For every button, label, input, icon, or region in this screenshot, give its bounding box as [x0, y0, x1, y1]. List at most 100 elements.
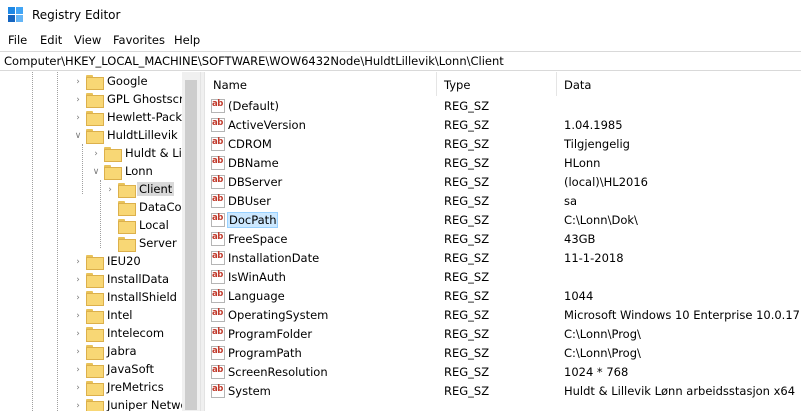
tree-item[interactable]: Server: [0, 235, 182, 253]
value-name[interactable]: System: [228, 384, 271, 398]
value-row[interactable]: ab (Default) REG_SZ: [205, 97, 801, 116]
tree-item-label[interactable]: InstallShield: [105, 290, 179, 304]
value-row[interactable]: ab FreeSpace REG_SZ 43GB: [205, 230, 801, 249]
tree-item[interactable]: › JavaSoft: [0, 361, 182, 379]
tree-item-label[interactable]: Server: [137, 236, 179, 250]
value-row[interactable]: ab ScreenResolution REG_SZ 1024 * 768: [205, 363, 801, 382]
value-row[interactable]: ab DocPath REG_SZ C:\Lonn\Dok\: [205, 211, 801, 230]
column-data-header[interactable]: Data: [564, 78, 591, 92]
value-name[interactable]: ProgramFolder: [228, 327, 312, 341]
tree-item-label[interactable]: Lonn: [123, 164, 155, 178]
tree-item[interactable]: › Hewlett-Packa: [0, 109, 189, 127]
tree-item-label[interactable]: DataCor: [137, 200, 188, 214]
value-name[interactable]: CDROM: [228, 137, 272, 151]
tree-item[interactable]: › IEU20: [0, 253, 182, 271]
tree-item[interactable]: › GPL Ghostscri: [0, 91, 187, 109]
value-row[interactable]: ab ProgramPath REG_SZ C:\Lonn\Prog\: [205, 344, 801, 363]
value-name[interactable]: (Default): [228, 99, 279, 113]
chevron-right-icon[interactable]: ›: [72, 399, 84, 411]
tree-scrollbar-thumb[interactable]: [185, 80, 197, 410]
value-row[interactable]: ab InstallationDate REG_SZ 11-1-2018: [205, 249, 801, 268]
tree-item-label[interactable]: IEU20: [105, 254, 143, 268]
value-name[interactable]: DBUser: [228, 194, 271, 208]
value-row[interactable]: ab OperatingSystem REG_SZ Microsoft Windows…: [205, 306, 801, 325]
chevron-right-icon[interactable]: ›: [72, 345, 84, 359]
chevron-right-icon[interactable]: ›: [72, 273, 84, 287]
chevron-right-icon[interactable]: ›: [72, 93, 84, 107]
value-name[interactable]: ActiveVersion: [228, 118, 306, 132]
tree-item[interactable]: Local: [0, 217, 182, 235]
tree-item[interactable]: › Juniper Netwo: [0, 397, 188, 411]
value-name[interactable]: Language: [228, 289, 285, 303]
tree-item-label[interactable]: Local: [137, 218, 171, 232]
value-row[interactable]: ab Language REG_SZ 1044: [205, 287, 801, 306]
chevron-right-icon[interactable]: [104, 237, 116, 251]
chevron-right-icon[interactable]: ›: [72, 381, 84, 395]
value-name[interactable]: ProgramPath: [228, 346, 302, 360]
tree-item-label[interactable]: GPL Ghostscri: [105, 92, 189, 106]
value-row[interactable]: ab ProgramFolder REG_SZ C:\Lonn\Prog\: [205, 325, 801, 344]
tree-item-label[interactable]: HuldtLillevik: [105, 128, 180, 142]
value-row[interactable]: ab ActiveVersion REG_SZ 1.04.1985: [205, 116, 801, 135]
value-name[interactable]: DocPath: [227, 212, 279, 228]
chevron-right-icon[interactable]: [104, 201, 116, 215]
tree-item-label[interactable]: Google: [105, 74, 150, 88]
tree-item[interactable]: › InstallShield: [0, 289, 182, 307]
tree-item-label[interactable]: JavaSoft: [105, 362, 156, 376]
tree-item[interactable]: DataCor: [0, 199, 186, 217]
value-name[interactable]: DBName: [228, 156, 279, 170]
tree-scrollbar[interactable]: [182, 72, 200, 411]
chevron-right-icon[interactable]: ›: [90, 147, 102, 161]
column-type-header[interactable]: Type: [444, 78, 470, 92]
menu-view[interactable]: View: [74, 33, 101, 47]
chevron-down-icon[interactable]: ∨: [72, 129, 84, 143]
chevron-right-icon[interactable]: ›: [72, 255, 84, 269]
value-name[interactable]: OperatingSystem: [228, 308, 328, 322]
tree-item[interactable]: › InstallData: [0, 271, 182, 289]
tree-item[interactable]: › Huldt & Lil: [0, 145, 185, 163]
chevron-right-icon[interactable]: ›: [72, 75, 84, 89]
tree-item[interactable]: › Client: [0, 181, 182, 199]
address-path[interactable]: Computer\HKEY_LOCAL_MACHINE\SOFTWARE\WOW…: [4, 54, 504, 68]
tree-item[interactable]: ∨ Lonn: [0, 163, 182, 181]
chevron-right-icon[interactable]: ›: [72, 111, 84, 125]
tree-item-label[interactable]: Intel: [105, 308, 134, 322]
value-row[interactable]: ab IsWinAuth REG_SZ: [205, 268, 801, 287]
value-row[interactable]: ab DBServer REG_SZ (local)\HL2016: [205, 173, 801, 192]
tree-item-label[interactable]: Jabra: [105, 344, 139, 358]
value-row[interactable]: ab CDROM REG_SZ Tilgjengelig: [205, 135, 801, 154]
tree-item[interactable]: › JreMetrics: [0, 379, 182, 397]
chevron-right-icon[interactable]: ›: [72, 291, 84, 305]
tree-item[interactable]: › Intelecom: [0, 325, 182, 343]
tree-item[interactable]: › Intel: [0, 307, 182, 325]
value-row[interactable]: ab System REG_SZ Huldt & Lillevik Lønn arbe…: [205, 382, 801, 401]
value-row[interactable]: ab DBName REG_SZ HLonn: [205, 154, 801, 173]
tree-item-label[interactable]: JreMetrics: [105, 380, 166, 394]
chevron-right-icon[interactable]: ›: [72, 363, 84, 377]
chevron-right-icon[interactable]: [104, 219, 116, 233]
value-name[interactable]: InstallationDate: [228, 251, 319, 265]
column-divider[interactable]: [436, 72, 437, 96]
tree-item-label[interactable]: Client: [137, 182, 175, 196]
chevron-right-icon[interactable]: ›: [104, 183, 116, 197]
column-name-header[interactable]: Name: [213, 78, 247, 92]
tree-item-label[interactable]: Intelecom: [105, 326, 166, 340]
value-name[interactable]: ScreenResolution: [228, 365, 328, 379]
tree-item-label[interactable]: InstallData: [105, 272, 171, 286]
tree-item[interactable]: › Google: [0, 73, 182, 91]
menu-edit[interactable]: Edit: [40, 33, 62, 47]
tree-item-label[interactable]: Huldt & Lil: [123, 146, 187, 160]
tree-item-label[interactable]: Juniper Netwo: [105, 398, 190, 411]
column-divider[interactable]: [556, 72, 557, 96]
value-name[interactable]: IsWinAuth: [228, 270, 286, 284]
address-bar[interactable]: Computer\HKEY_LOCAL_MACHINE\SOFTWARE\WOW…: [0, 51, 801, 71]
chevron-down-icon[interactable]: ∨: [90, 165, 102, 179]
chevron-right-icon[interactable]: ›: [72, 327, 84, 341]
tree-item-label[interactable]: Hewlett-Packa: [105, 110, 191, 124]
menu-help[interactable]: Help: [174, 33, 200, 47]
tree-item[interactable]: ∨ HuldtLillevik: [0, 127, 182, 145]
value-name[interactable]: DBServer: [228, 175, 282, 189]
chevron-right-icon[interactable]: ›: [72, 309, 84, 323]
menu-file[interactable]: File: [8, 33, 27, 47]
value-row[interactable]: ab DBUser REG_SZ sa: [205, 192, 801, 211]
